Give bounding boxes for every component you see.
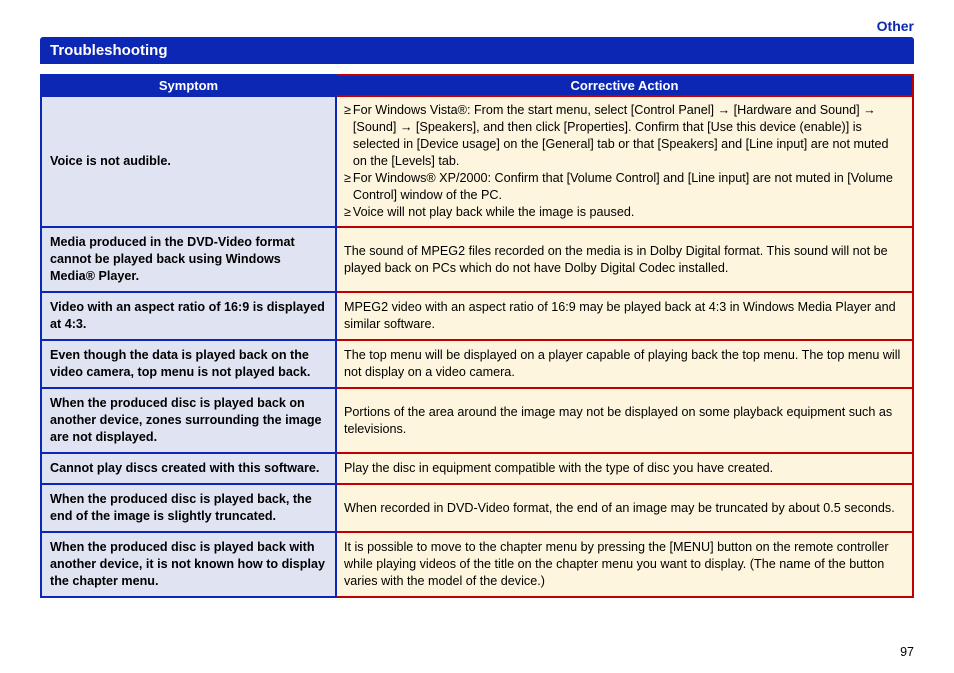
symptom-cell: Voice is not audible. [41, 96, 336, 227]
section-link-other[interactable]: Other [40, 18, 914, 34]
bullet-item: ≥ For Windows® XP/2000: Confirm that [Vo… [344, 170, 905, 204]
action-cell: Portions of the area around the image ma… [336, 388, 913, 453]
bullet-icon: ≥ [344, 204, 353, 221]
page-number: 97 [900, 645, 914, 659]
page-container: Other Troubleshooting Symptom Corrective… [0, 0, 954, 673]
bullet-icon: ≥ [344, 102, 353, 170]
action-cell: MPEG2 video with an aspect ratio of 16:9… [336, 292, 913, 340]
action-cell: The sound of MPEG2 files recorded on the… [336, 227, 913, 292]
table-header-row: Symptom Corrective Action [41, 75, 913, 96]
bullet-icon: ≥ [344, 170, 353, 204]
action-cell: Play the disc in equipment compatible wi… [336, 453, 913, 484]
bullet-text: For Windows® XP/2000: Confirm that [Volu… [353, 170, 905, 204]
symptom-cell: Media produced in the DVD-Video format c… [41, 227, 336, 292]
table-row: Video with an aspect ratio of 16:9 is di… [41, 292, 913, 340]
table-row: Cannot play discs created with this soft… [41, 453, 913, 484]
bullet-text: For Windows Vista®: From the start menu,… [353, 102, 905, 170]
table-row: Voice is not audible. ≥ For Windows Vist… [41, 96, 913, 227]
col-header-symptom: Symptom [41, 75, 336, 96]
symptom-cell: When the produced disc is played back on… [41, 388, 336, 453]
table-row: When the produced disc is played back, t… [41, 484, 913, 532]
bullet-item: ≥ For Windows Vista®: From the start men… [344, 102, 905, 170]
action-cell: It is possible to move to the chapter me… [336, 532, 913, 597]
action-cell: The top menu will be displayed on a play… [336, 340, 913, 388]
symptom-cell: Cannot play discs created with this soft… [41, 453, 336, 484]
bullet-item: ≥ Voice will not play back while the ima… [344, 204, 905, 221]
symptom-cell: When the produced disc is played back wi… [41, 532, 336, 597]
action-cell: When recorded in DVD-Video format, the e… [336, 484, 913, 532]
table-row: When the produced disc is played back on… [41, 388, 913, 453]
table-row: Media produced in the DVD-Video format c… [41, 227, 913, 292]
col-header-action: Corrective Action [336, 75, 913, 96]
action-cell: ≥ For Windows Vista®: From the start men… [336, 96, 913, 227]
table-row: Even though the data is played back on t… [41, 340, 913, 388]
page-title: Troubleshooting [40, 37, 914, 64]
symptom-cell: Even though the data is played back on t… [41, 340, 336, 388]
symptom-cell: Video with an aspect ratio of 16:9 is di… [41, 292, 336, 340]
table-row: When the produced disc is played back wi… [41, 532, 913, 597]
symptom-cell: When the produced disc is played back, t… [41, 484, 336, 532]
troubleshooting-table: Symptom Corrective Action Voice is not a… [40, 74, 914, 598]
bullet-text: Voice will not play back while the image… [353, 204, 905, 221]
